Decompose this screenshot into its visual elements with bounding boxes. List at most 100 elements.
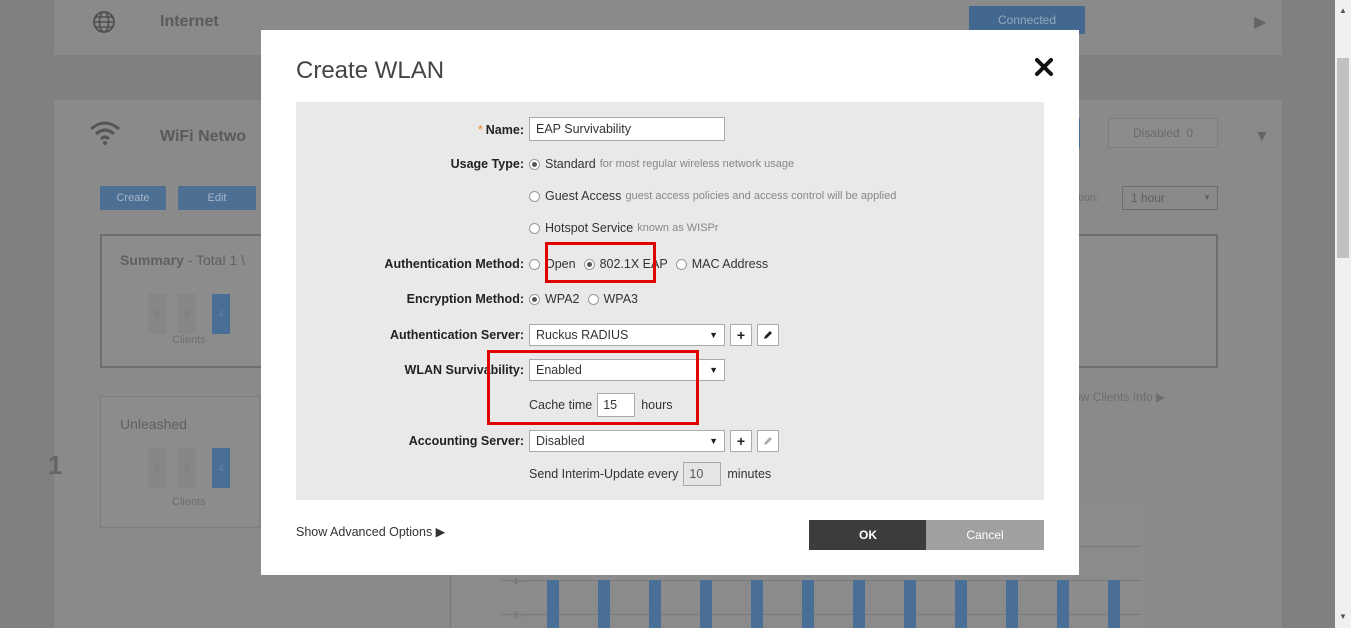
unleashed-counter: 4 bbox=[212, 448, 230, 488]
chevron-down-icon: ▼ bbox=[709, 330, 718, 340]
name-input[interactable] bbox=[529, 117, 725, 141]
expand-arrow-icon[interactable]: ▶ bbox=[1254, 12, 1266, 32]
chevron-down-icon: ▼ bbox=[709, 436, 718, 446]
auth-method-row: Authentication Method: Open 802.1X EAP M… bbox=[296, 253, 1044, 275]
internet-title: Internet bbox=[160, 13, 219, 30]
interim-update-label: Send Interim-Update every bbox=[529, 467, 679, 481]
clients-label: Clients bbox=[172, 334, 206, 346]
name-row: * Name: bbox=[296, 117, 1044, 141]
unleashed-counter: 0 bbox=[178, 448, 196, 488]
auth-method-label: Authentication Method: bbox=[384, 257, 524, 271]
accounting-server-select[interactable]: Disabled ▼ bbox=[529, 430, 725, 452]
encryption-wpa3-radio[interactable]: WPA3 bbox=[587, 292, 638, 306]
chart-bar bbox=[853, 580, 865, 628]
survivability-row: WLAN Survivability: Enabled ▼ bbox=[296, 359, 1044, 381]
unleashed-counter: 0 bbox=[148, 448, 166, 488]
chart-bar bbox=[547, 580, 559, 628]
chart-gridline bbox=[501, 580, 1141, 581]
encryption-row: Encryption Method: WPA2 WPA3 bbox=[296, 288, 1044, 310]
ok-button[interactable]: OK bbox=[809, 520, 927, 550]
usage-standard-radio[interactable]: Standard for most regular wireless networ… bbox=[529, 157, 794, 171]
clients-label: Clients bbox=[172, 496, 206, 508]
summary-counter: 0 bbox=[148, 294, 166, 334]
radio-unselected-icon bbox=[529, 258, 540, 270]
usage-hotspot-radio[interactable]: Hotspot Service known as WISPr bbox=[529, 221, 719, 235]
chart-bar bbox=[598, 580, 610, 628]
radio-unselected-icon bbox=[529, 190, 540, 202]
create-wlan-dialog: Create WLAN *Name: Usage Type: Standardf… bbox=[261, 30, 1079, 575]
collapse-arrow-icon[interactable]: ▼ bbox=[1254, 128, 1270, 146]
create-button-bg[interactable]: Create bbox=[100, 186, 166, 210]
add-accounting-server-plus-icon[interactable]: + bbox=[730, 430, 752, 452]
usage-type-row-hotspot: Hotspot Service known as WISPr bbox=[296, 217, 1044, 239]
edit-accounting-server-pencil-icon[interactable] bbox=[757, 430, 779, 452]
chart-bar bbox=[1108, 580, 1120, 628]
usage-type-label: Usage Type: bbox=[450, 157, 524, 171]
cache-time-row: Cache time 15 hours bbox=[296, 393, 1044, 417]
page-scrollbar[interactable]: ▲ ▼ bbox=[1335, 0, 1351, 628]
show-clients-info-link[interactable]: ow Clients Info ▶ bbox=[1074, 390, 1165, 404]
radio-unselected-icon bbox=[529, 222, 540, 234]
chart-bar bbox=[700, 580, 712, 628]
scroll-down-arrow-icon[interactable]: ▼ bbox=[1335, 610, 1351, 624]
radio-selected-icon bbox=[529, 293, 540, 305]
summary-counter: 0 bbox=[178, 294, 196, 334]
add-auth-server-plus-icon[interactable]: + bbox=[730, 324, 752, 346]
encryption-wpa2-radio[interactable]: WPA2 bbox=[529, 292, 580, 306]
auth-server-row: Authentication Server: Ruckus RADIUS ▼ + bbox=[296, 324, 1044, 346]
radio-selected-icon bbox=[583, 258, 595, 270]
wifi-title: WiFi Netwo bbox=[160, 128, 247, 145]
accounting-server-label: Accounting Server: bbox=[408, 434, 524, 448]
close-icon[interactable] bbox=[1033, 56, 1055, 78]
chart-bar bbox=[802, 580, 814, 628]
wifi-icon bbox=[88, 120, 122, 149]
cache-time-input[interactable]: 15 bbox=[597, 393, 636, 417]
auth-mac-address-radio[interactable]: MAC Address bbox=[675, 257, 768, 271]
radio-selected-icon bbox=[529, 158, 540, 170]
edit-auth-server-pencil-icon[interactable] bbox=[757, 324, 779, 346]
survivability-select[interactable]: Enabled ▼ bbox=[529, 359, 725, 381]
show-advanced-options-link[interactable]: Show Advanced Options ▶ bbox=[296, 524, 445, 539]
chart-bar bbox=[1057, 580, 1069, 628]
usage-type-row: Usage Type: Standard for most regular wir… bbox=[296, 153, 1044, 175]
chart-tick-label: 4 – bbox=[513, 576, 526, 586]
summary-label: Summary - Total 1 \ bbox=[120, 252, 246, 268]
interim-update-row: Send Interim-Update every 10 minutes bbox=[296, 462, 1044, 486]
row-number: 1 bbox=[48, 450, 63, 480]
encryption-label: Encryption Method: bbox=[406, 292, 524, 306]
scroll-up-arrow-icon[interactable]: ▲ bbox=[1335, 4, 1351, 18]
radio-unselected-icon bbox=[675, 258, 687, 270]
duration-select[interactable]: 1 hour ▼ bbox=[1122, 186, 1218, 210]
scroll-thumb[interactable] bbox=[1337, 58, 1349, 258]
chart-bar bbox=[904, 580, 916, 628]
summary-counter: 4 bbox=[212, 294, 230, 334]
auth-server-label: Authentication Server: bbox=[389, 328, 524, 342]
interim-update-input[interactable]: 10 bbox=[683, 462, 722, 486]
chart-gridline bbox=[501, 614, 1141, 615]
wlan-form-panel: *Name: Usage Type: Standardfor most regu… bbox=[296, 102, 1044, 500]
chart-bar bbox=[1006, 580, 1018, 628]
survivability-label: WLAN Survivability: bbox=[404, 363, 524, 377]
cancel-button[interactable]: Cancel bbox=[926, 520, 1044, 550]
dialog-title: Create WLAN bbox=[296, 57, 445, 84]
chart-tick-label: 3 – bbox=[513, 610, 526, 620]
cache-time-unit: hours bbox=[641, 398, 673, 412]
chart-bar bbox=[649, 580, 661, 628]
usage-type-row-guest: Guest Access guest access policies and ac… bbox=[296, 185, 1044, 207]
chart-bar bbox=[751, 580, 763, 628]
usage-guest-access-radio[interactable]: Guest Access guest access policies and ac… bbox=[529, 189, 896, 203]
auth-server-select[interactable]: Ruckus RADIUS ▼ bbox=[529, 324, 725, 346]
accounting-server-row: Accounting Server: Disabled ▼ + bbox=[296, 430, 1044, 452]
chevron-down-icon: ▼ bbox=[709, 365, 718, 375]
edit-button-bg[interactable]: Edit bbox=[178, 186, 256, 210]
auth-open-radio[interactable]: Open bbox=[529, 257, 576, 271]
name-label: * Name: bbox=[477, 123, 524, 137]
disabled-badge: Disabled 0 bbox=[1108, 118, 1218, 148]
interim-update-unit: minutes bbox=[727, 467, 772, 481]
radio-unselected-icon bbox=[587, 293, 599, 305]
chart-bar bbox=[955, 580, 967, 628]
auth-8021x-radio[interactable]: 802.1X EAP bbox=[583, 257, 668, 271]
unleashed-label: Unleashed bbox=[120, 416, 187, 432]
cache-time-label: Cache time bbox=[529, 398, 593, 412]
globe-icon bbox=[92, 10, 116, 41]
